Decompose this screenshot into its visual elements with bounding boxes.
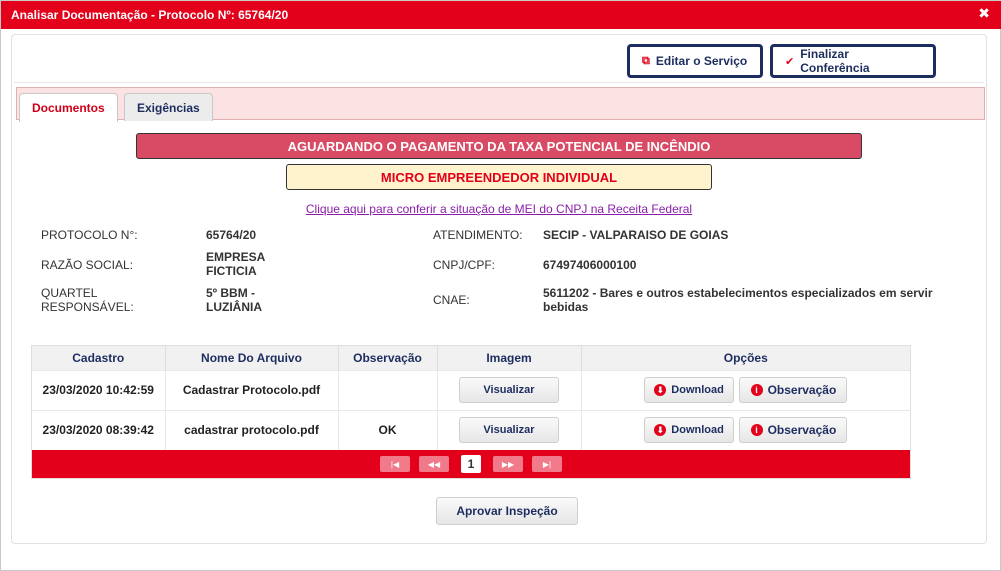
table-row: 23/03/2020 10:42:59 Cadastrar Protocolo.…	[32, 369, 910, 410]
col-nome-arquivo: Nome Do Arquivo	[165, 346, 339, 370]
analisar-documentacao-dialog: Analisar Documentação - Protocolo Nº: 65…	[0, 0, 1001, 571]
current-page[interactable]: 1	[461, 455, 481, 473]
cnpj-value: 67497406000100	[543, 258, 637, 272]
first-page-button[interactable]: |◀	[380, 456, 410, 472]
atendimento-label: ATENDIMENTO:	[433, 228, 523, 242]
content-panel: ⧉ Editar o Serviço ✔ Finalizar Conferênc…	[11, 34, 987, 544]
tab-exigencias[interactable]: Exigências	[124, 93, 213, 121]
edit-service-label: Editar o Serviço	[655, 54, 748, 68]
cell-cadastro: 23/03/2020 08:39:42	[32, 409, 166, 450]
finalize-check-button[interactable]: ✔ Finalizar Conferência	[770, 44, 936, 78]
cnpj-label: CNPJ/CPF:	[433, 258, 496, 272]
observacao-label: Observação	[767, 383, 837, 397]
cell-imagem: Visualizar	[437, 409, 582, 450]
title-bar: Analisar Documentação - Protocolo Nº: 65…	[1, 1, 1001, 29]
prev-page-button[interactable]: ◀◀	[419, 456, 449, 472]
status-banner: AGUARDANDO O PAGAMENTO DA TAXA POTENCIAL…	[136, 133, 862, 159]
observacao-button[interactable]: i Observação	[739, 417, 848, 444]
razao-social-label: RAZÃO SOCIAL:	[41, 258, 134, 272]
dialog-title: Analisar Documentação - Protocolo Nº: 65…	[11, 8, 289, 22]
cnae-value: 5611202 - Bares e outros estabelecimento…	[543, 286, 933, 314]
approve-inspection-button[interactable]: Aprovar Inspeção	[436, 497, 578, 525]
col-cadastro: Cadastro	[32, 346, 166, 370]
protocolo-label: PROTOCOLO N°:	[41, 228, 138, 242]
col-observacao: Observação	[338, 346, 438, 370]
col-opcoes: Opções	[581, 346, 910, 370]
pager: |◀ ◀◀ 1 ▶▶ ▶|	[32, 450, 910, 478]
download-icon: ⬇	[654, 384, 667, 396]
info-icon: i	[750, 424, 763, 437]
edit-service-button[interactable]: ⧉ Editar o Serviço	[627, 44, 763, 78]
cell-observacao	[338, 369, 438, 410]
protocolo-value: 65764/20	[206, 228, 257, 242]
download-label: Download	[671, 424, 724, 437]
table-header-row: Cadastro Nome Do Arquivo Observação Imag…	[32, 346, 910, 370]
mei-check-link[interactable]: Clique aqui para conferir a situação de …	[12, 202, 986, 216]
razao-social-value: EMPRESA FICTICIA	[206, 250, 265, 278]
documents-grid: Cadastro Nome Do Arquivo Observação Imag…	[31, 345, 911, 479]
col-imagem: Imagem	[437, 346, 582, 370]
last-page-button[interactable]: ▶|	[532, 456, 562, 472]
quartel-label: QUARTEL RESPONSÁVEL:	[41, 286, 134, 314]
table-row: 23/03/2020 08:39:42 cadastrar protocolo.…	[32, 409, 910, 450]
cnae-label: CNAE:	[433, 293, 470, 307]
external-link-icon: ⧉	[642, 54, 650, 67]
download-button[interactable]: ⬇ Download	[644, 417, 735, 444]
close-icon[interactable]: ✖	[978, 5, 990, 22]
toolbar: ⧉ Editar o Serviço ✔ Finalizar Conferênc…	[14, 37, 984, 83]
info-icon: i	[750, 384, 763, 396]
cell-opcoes: ⬇ Download i Observação	[581, 369, 910, 410]
visualizar-button[interactable]: Visualizar	[459, 417, 559, 444]
check-icon: ✔	[785, 55, 795, 68]
atendimento-value: SECIP - VALPARAISO DE GOIAS	[543, 228, 729, 242]
cell-imagem: Visualizar	[437, 369, 582, 410]
observacao-button[interactable]: i Observação	[739, 377, 848, 403]
tab-strip: Documentos Exigências	[16, 87, 985, 122]
category-banner: MICRO EMPREENDEDOR INDIVIDUAL	[286, 164, 712, 190]
download-button[interactable]: ⬇ Download	[644, 377, 735, 403]
cell-arquivo: Cadastrar Protocolo.pdf	[165, 369, 339, 410]
cell-arquivo: cadastrar protocolo.pdf	[165, 409, 339, 450]
observacao-label: Observação	[767, 423, 837, 438]
download-label: Download	[671, 384, 724, 396]
next-page-button[interactable]: ▶▶	[493, 456, 523, 472]
download-icon: ⬇	[654, 424, 667, 437]
finalize-check-label: Finalizar Conferência	[800, 47, 870, 75]
cell-cadastro: 23/03/2020 10:42:59	[32, 369, 166, 410]
tab-documentos[interactable]: Documentos	[19, 93, 118, 122]
cell-opcoes: ⬇ Download i Observação	[581, 409, 910, 450]
documents-table: Cadastro Nome Do Arquivo Observação Imag…	[32, 346, 910, 450]
cell-observacao: OK	[338, 409, 438, 450]
visualizar-button[interactable]: Visualizar	[459, 377, 559, 403]
quartel-value: 5º BBM - LUZIÂNIA	[206, 286, 262, 314]
